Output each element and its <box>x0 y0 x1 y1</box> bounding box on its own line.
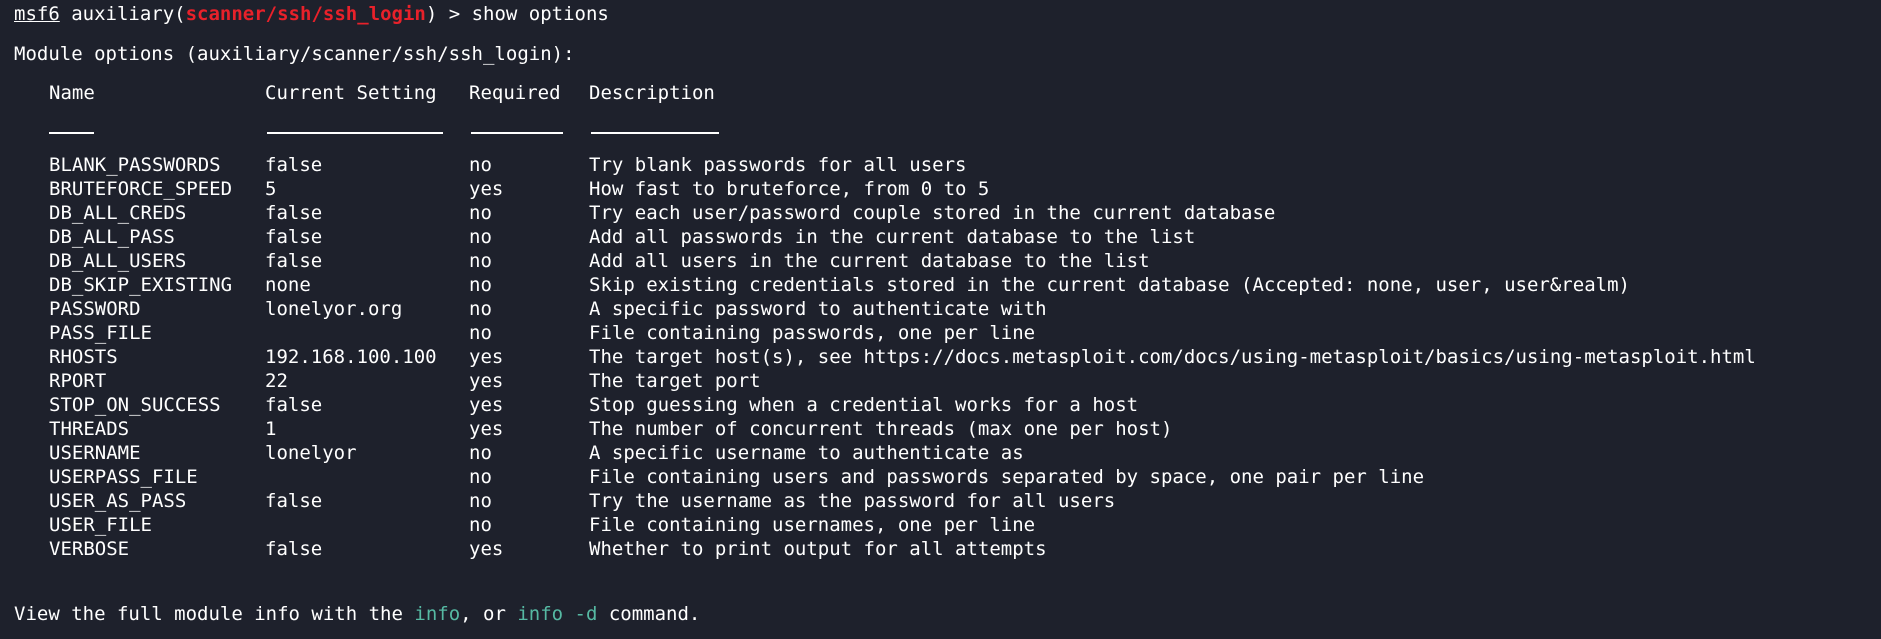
option-description: The target host(s), see https://docs.met… <box>589 346 1756 368</box>
option-name: USERPASS_FILE <box>49 466 198 488</box>
footer-text-1: View the full module info with the <box>14 603 415 625</box>
option-setting: false <box>265 154 323 176</box>
header-underline-name <box>49 132 94 134</box>
option-name: RHOSTS <box>49 346 118 368</box>
prompt-type: auxiliary( <box>59 3 186 25</box>
header-name: Name <box>49 82 95 104</box>
footer-text-2: , or <box>460 603 518 625</box>
option-description: Whether to print output for all attempts <box>589 538 1047 560</box>
option-required: yes <box>469 394 504 416</box>
option-required: no <box>469 490 492 512</box>
option-setting: false <box>265 490 323 512</box>
option-description: The number of concurrent threads (max on… <box>589 418 1173 440</box>
option-required: yes <box>469 370 504 392</box>
option-setting: 1 <box>265 418 277 440</box>
option-name: DB_SKIP_EXISTING <box>49 274 233 296</box>
option-name: DB_ALL_CREDS <box>49 202 187 224</box>
option-setting: none <box>265 274 311 296</box>
option-description: How fast to bruteforce, from 0 to 5 <box>589 178 990 200</box>
option-name: USER_FILE <box>49 514 152 536</box>
header-setting: Current Setting <box>265 82 437 104</box>
option-required: no <box>469 514 492 536</box>
option-setting: false <box>265 394 323 416</box>
option-required: no <box>469 226 492 248</box>
option-required: no <box>469 274 492 296</box>
option-name: PASSWORD <box>49 298 141 320</box>
option-required: no <box>469 322 492 344</box>
option-required: yes <box>469 178 504 200</box>
option-setting: lonelyor <box>265 442 357 464</box>
option-required: yes <box>469 418 504 440</box>
option-setting: lonelyor.org <box>265 298 403 320</box>
header-description: Description <box>589 82 715 104</box>
footer-command-info[interactable]: info <box>414 603 460 625</box>
header-underline-required <box>471 132 563 134</box>
option-description: Add all users in the current database to… <box>589 250 1150 272</box>
footer-command-info-d[interactable]: info -d <box>517 603 597 625</box>
option-description: File containing users and passwords sepa… <box>589 466 1425 488</box>
header-underline-setting <box>267 132 443 134</box>
module-options-header: Module options (auxiliary/scanner/ssh/ss… <box>14 43 575 65</box>
option-setting: 5 <box>265 178 277 200</box>
option-description: Try each user/password couple stored in … <box>589 202 1276 224</box>
option-required: no <box>469 154 492 176</box>
option-name: RPORT <box>49 370 107 392</box>
terminal-window[interactable]: msf6 auxiliary(scanner/ssh/ssh_login) > … <box>0 0 1881 639</box>
option-required: no <box>469 202 492 224</box>
option-setting: false <box>265 250 323 272</box>
prompt-command: show options <box>471 3 609 25</box>
option-setting: 192.168.100.100 <box>265 346 437 368</box>
option-description: Stop guessing when a credential works fo… <box>589 394 1139 416</box>
prompt-module: scanner/ssh/ssh_login <box>185 3 426 25</box>
option-required: no <box>469 466 492 488</box>
msf-prompt: msf6 <box>14 3 60 25</box>
option-name: THREADS <box>49 418 130 440</box>
option-description: A specific username to authenticate as <box>589 442 1024 464</box>
option-description: A specific password to authenticate with <box>589 298 1047 320</box>
prompt-line: msf6 auxiliary(scanner/ssh/ssh_login) > … <box>14 2 609 26</box>
prompt-close: ) > <box>425 3 472 25</box>
option-name: USER_AS_PASS <box>49 490 187 512</box>
option-description: The target port <box>589 370 761 392</box>
option-setting: 22 <box>265 370 288 392</box>
option-required: no <box>469 250 492 272</box>
option-description: Try the username as the password for all… <box>589 490 1116 512</box>
footer-line: View the full module info with the info,… <box>14 602 700 626</box>
option-description: File containing usernames, one per line <box>589 514 1036 536</box>
option-required: no <box>469 298 492 320</box>
header-underline-description <box>591 132 719 134</box>
option-name: VERBOSE <box>49 538 130 560</box>
option-setting: false <box>265 538 323 560</box>
option-name: USERNAME <box>49 442 141 464</box>
option-description: File containing passwords, one per line <box>589 322 1036 344</box>
option-setting: false <box>265 202 323 224</box>
option-description: Add all passwords in the current databas… <box>589 226 1196 248</box>
option-setting: false <box>265 226 323 248</box>
option-description: Skip existing credentials stored in the … <box>589 274 1630 296</box>
option-required: no <box>469 442 492 464</box>
header-required: Required <box>469 82 561 104</box>
option-name: DB_ALL_PASS <box>49 226 175 248</box>
option-required: yes <box>469 538 504 560</box>
option-description: Try blank passwords for all users <box>589 154 967 176</box>
option-name: DB_ALL_USERS <box>49 250 187 272</box>
option-name: STOP_ON_SUCCESS <box>49 394 221 416</box>
option-name: BLANK_PASSWORDS <box>49 154 221 176</box>
option-required: yes <box>469 346 504 368</box>
footer-text-3: command. <box>597 603 701 625</box>
option-name: PASS_FILE <box>49 322 152 344</box>
option-name: BRUTEFORCE_SPEED <box>49 178 233 200</box>
